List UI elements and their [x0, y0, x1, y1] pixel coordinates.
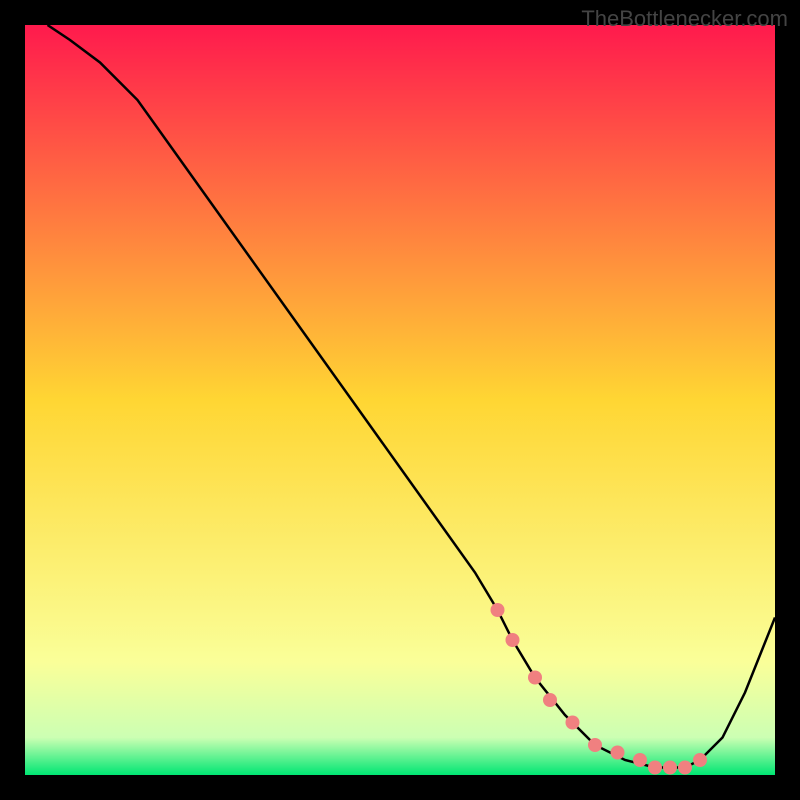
- data-point: [663, 761, 677, 775]
- data-point: [611, 746, 625, 760]
- data-point: [528, 671, 542, 685]
- data-point: [678, 761, 692, 775]
- data-point: [491, 603, 505, 617]
- plot-area: [25, 25, 775, 775]
- chart-svg: [25, 25, 775, 775]
- data-point: [566, 716, 580, 730]
- data-point: [693, 753, 707, 767]
- gradient-background: [25, 25, 775, 775]
- data-point: [506, 633, 520, 647]
- data-point: [543, 693, 557, 707]
- data-point: [648, 761, 662, 775]
- data-point: [588, 738, 602, 752]
- data-point: [633, 753, 647, 767]
- chart-container: TheBottlenecker.com: [0, 0, 800, 800]
- watermark-text: TheBottlenecker.com: [581, 6, 788, 32]
